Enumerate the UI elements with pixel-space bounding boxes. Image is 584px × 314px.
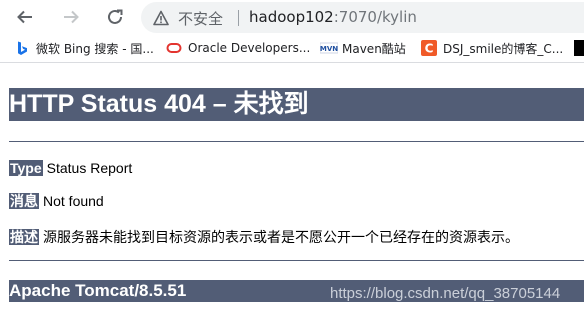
bookmark-label: Maven酷站 <box>342 41 406 56</box>
bookmark-overflow-icon[interactable] <box>574 40 584 56</box>
forward-arrow-icon <box>64 10 79 24</box>
description-key: 描述 <box>9 229 39 245</box>
bing-icon <box>14 40 30 56</box>
maven-icon: MVN <box>319 40 339 56</box>
svg-text:C: C <box>425 42 434 56</box>
bookmark-csdn[interactable]: C DSJ_smile的博客_C... <box>421 39 563 57</box>
bookmark-label: Oracle Developers... <box>188 41 311 55</box>
description-value: 源服务器未能找到目标资源的表示或者是不愿公开一个已经存在的资源表示。 <box>43 229 519 245</box>
reload-icon <box>108 9 123 24</box>
bookmark-oracle[interactable]: Oracle Developers... <box>166 39 310 57</box>
omnibox-divider <box>238 10 239 26</box>
message-key: 消息 <box>9 193 39 209</box>
type-key: Type <box>9 160 43 176</box>
warning-icon[interactable] <box>153 10 169 26</box>
svg-text:MVN: MVN <box>320 45 338 53</box>
reload-button[interactable] <box>102 4 128 30</box>
bookmark-maven[interactable]: MVN Maven酷站 <box>319 39 406 57</box>
bookmark-bing[interactable]: 微软 Bing 搜索 - 国... <box>14 39 154 57</box>
url-path: :7070/kylin <box>333 8 417 26</box>
url-text[interactable]: hadoop102:7070/kylin <box>249 8 417 26</box>
bookmarks-bar: 微软 Bing 搜索 - 国... Oracle Developers... M… <box>0 34 584 63</box>
oracle-icon <box>166 40 182 56</box>
divider-top <box>9 141 584 142</box>
bookmark-label: DSJ_smile的博客_C... <box>443 41 564 56</box>
status-title: HTTP Status 404 – 未找到 <box>9 88 584 121</box>
description-row: 描述 源服务器未能找到目标资源的表示或者是不愿公开一个已经存在的资源表示。 <box>9 228 519 246</box>
error-page: HTTP Status 404 – 未找到 Type Status Report … <box>0 63 584 314</box>
browser-toolbar: 不安全 hadoop102:7070/kylin <box>0 0 584 34</box>
message-value: Not found <box>43 193 104 209</box>
security-label[interactable]: 不安全 <box>178 8 223 29</box>
back-button[interactable] <box>12 4 38 30</box>
message-row: 消息 Not found <box>9 192 104 210</box>
back-arrow-icon <box>17 10 32 24</box>
divider-bottom <box>9 260 584 261</box>
type-value: Status Report <box>46 160 133 176</box>
bookmark-label: 微软 Bing 搜索 - 国... <box>36 41 154 56</box>
type-row: Type Status Report <box>9 159 132 177</box>
url-host: hadoop102 <box>249 8 334 26</box>
forward-button[interactable] <box>58 4 84 30</box>
csdn-icon: C <box>421 40 437 56</box>
watermark-text: https://blog.csdn.net/qq_38705144 <box>330 285 561 302</box>
address-bar[interactable]: 不安全 hadoop102:7070/kylin <box>141 2 584 33</box>
